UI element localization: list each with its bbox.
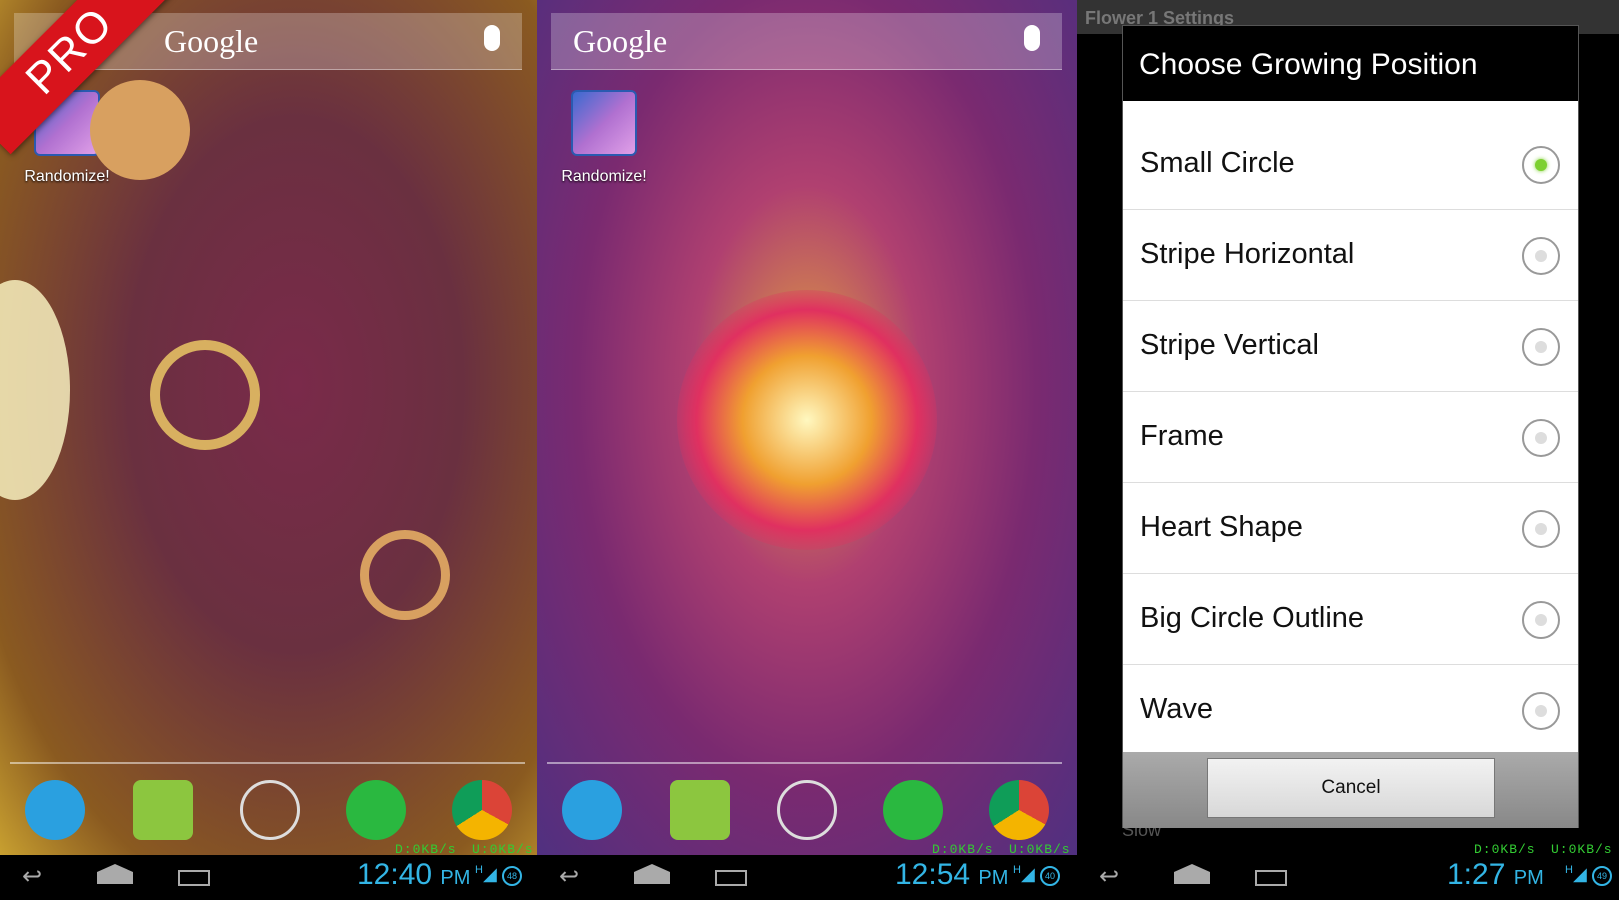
chrome-icon[interactable]: [989, 780, 1049, 840]
messaging-icon[interactable]: [133, 780, 193, 840]
option-label: Small Circle: [1140, 147, 1295, 179]
radio-button[interactable]: [1522, 328, 1560, 366]
flower-decoration: [360, 530, 450, 620]
clock-ampm: PM: [440, 867, 471, 889]
option-heart-shape[interactable]: Heart Shape: [1123, 483, 1578, 574]
radio-dot: [1535, 614, 1547, 626]
messaging-icon[interactable]: [670, 780, 730, 840]
flower-decoration: [90, 80, 190, 180]
signal-icon: H◢: [475, 864, 497, 884]
system-bar: [0, 855, 1619, 900]
radio-button[interactable]: [1522, 692, 1560, 730]
network-type: H: [1013, 864, 1021, 876]
dock-divider: [547, 762, 1062, 764]
clock-ampm: PM: [1513, 867, 1544, 889]
dock-divider: [10, 762, 525, 764]
screen-1-homescreen: PRO Google Randomize!: [0, 0, 537, 855]
app-label: Randomize!: [24, 168, 110, 185]
dialog-button-bar: Cancel: [1123, 752, 1578, 828]
option-label: Stripe Vertical: [1140, 329, 1319, 361]
network-type: H: [1565, 864, 1573, 876]
clock-time: 12:54: [895, 858, 971, 891]
radio-button[interactable]: [1522, 601, 1560, 639]
flower-bouquet: [677, 290, 937, 550]
radio-button[interactable]: [1522, 510, 1560, 548]
network-type: H: [475, 864, 483, 876]
randomize-app-icon[interactable]: [571, 90, 637, 156]
dialog-title: Choose Growing Position: [1123, 26, 1578, 101]
clock-time: 1:27: [1447, 858, 1506, 891]
option-label: Big Circle Outline: [1140, 602, 1365, 634]
google-logo: Google: [573, 23, 668, 59]
option-wave[interactable]: Wave: [1123, 665, 1578, 756]
choose-growing-position-dialog: Choose Growing Position Small Circle Stri…: [1122, 25, 1579, 828]
app-label: Randomize!: [561, 168, 647, 185]
clock: 12:40 PM: [357, 858, 470, 892]
app-drawer-icon[interactable]: [777, 780, 837, 840]
radio-dot: [1535, 705, 1547, 717]
option-label: Frame: [1140, 420, 1224, 452]
clock-time: 12:40: [357, 858, 433, 891]
battery-level: 40: [1044, 871, 1055, 881]
option-label: Wave: [1140, 693, 1214, 725]
radio-dot: [1535, 159, 1547, 171]
battery-icon: 48: [502, 866, 522, 886]
phone-icon[interactable]: [562, 780, 622, 840]
screen-2-homescreen: Google Randomize!: [537, 0, 1077, 855]
signal-icon: H◢: [1565, 864, 1587, 884]
back-icon[interactable]: ↩: [22, 865, 42, 889]
option-small-circle[interactable]: Small Circle: [1123, 119, 1578, 210]
cancel-button[interactable]: Cancel: [1207, 758, 1495, 818]
phone-icon[interactable]: [25, 780, 85, 840]
radio-dot: [1535, 523, 1547, 535]
radio-button[interactable]: [1522, 237, 1560, 275]
recent-apps-icon[interactable]: [715, 870, 747, 886]
chrome-icon[interactable]: [452, 780, 512, 840]
option-stripe-vertical[interactable]: Stripe Vertical: [1123, 301, 1578, 392]
battery-level: 48: [506, 871, 517, 881]
google-logo: Google: [164, 23, 259, 59]
clock: 1:27 PM: [1447, 858, 1544, 892]
clock-ampm: PM: [978, 867, 1009, 889]
flower-decoration: [0, 280, 70, 500]
radio-button[interactable]: [1522, 146, 1560, 184]
app-drawer-icon[interactable]: [240, 780, 300, 840]
battery-icon: 40: [1040, 866, 1060, 886]
mic-icon[interactable]: [484, 25, 500, 51]
back-icon[interactable]: ↩: [559, 865, 579, 889]
signal-icon: H◢: [1013, 864, 1035, 884]
mic-icon[interactable]: [1024, 25, 1040, 51]
option-stripe-horizontal[interactable]: Stripe Horizontal: [1123, 210, 1578, 301]
whatsapp-icon[interactable]: [883, 780, 943, 840]
option-frame[interactable]: Frame: [1123, 392, 1578, 483]
battery-level: 49: [1596, 871, 1607, 881]
radio-dot: [1535, 432, 1547, 444]
option-label: Stripe Horizontal: [1140, 238, 1355, 270]
recent-apps-icon[interactable]: [178, 870, 210, 886]
recent-apps-icon[interactable]: [1255, 870, 1287, 886]
option-big-circle-outline[interactable]: Big Circle Outline: [1123, 574, 1578, 665]
option-label: Heart Shape: [1140, 511, 1303, 543]
radio-button[interactable]: [1522, 419, 1560, 457]
back-icon[interactable]: ↩: [1099, 865, 1119, 889]
clock: 12:54 PM: [895, 858, 1008, 892]
whatsapp-icon[interactable]: [346, 780, 406, 840]
flower-decoration: [150, 340, 260, 450]
radio-dot: [1535, 250, 1547, 262]
radio-dot: [1535, 341, 1547, 353]
battery-icon: 49: [1592, 866, 1612, 886]
google-search-bar[interactable]: Google: [551, 13, 1062, 70]
